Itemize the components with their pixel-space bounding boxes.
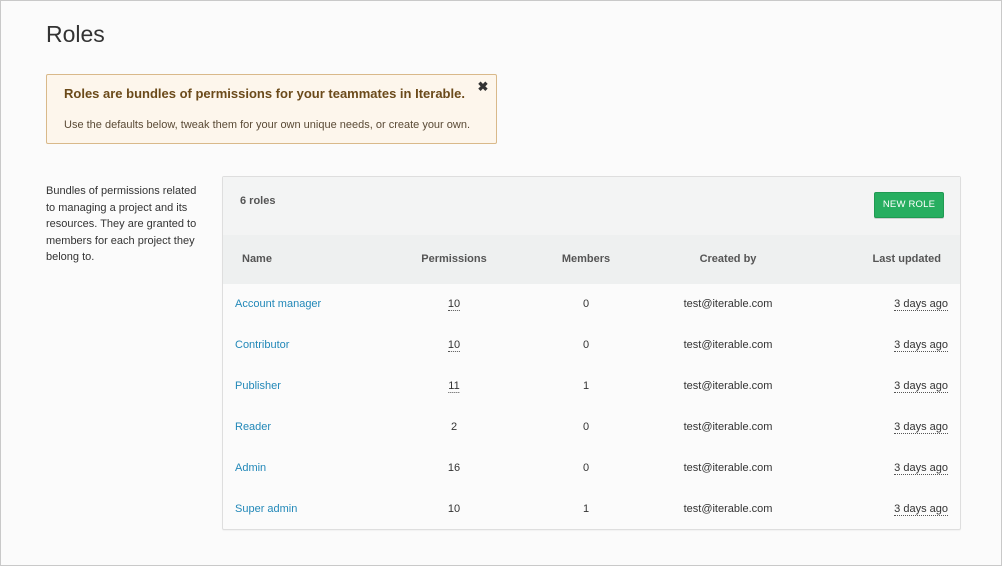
banner-text: Use the defaults below, tweak them for y… xyxy=(64,119,471,131)
column-header-created-by[interactable]: Created by xyxy=(700,253,757,265)
roles-table-card: 6 roles NEW ROLE Name Permissions Member… xyxy=(222,176,961,530)
members-count: 0 xyxy=(582,339,590,351)
last-updated[interactable]: 3 days ago xyxy=(894,462,948,475)
table-body: Account manager 10 0 test@iterable.com 3… xyxy=(223,284,960,530)
members-count: 0 xyxy=(582,421,590,433)
last-updated[interactable]: 3 days ago xyxy=(894,503,948,516)
permissions-count[interactable]: 10 xyxy=(447,339,461,352)
permissions-count: 10 xyxy=(447,503,461,515)
last-updated[interactable]: 3 days ago xyxy=(894,380,948,393)
close-icon[interactable]: ✖ xyxy=(476,80,490,94)
table-toolbar: 6 roles NEW ROLE xyxy=(223,177,960,236)
permissions-count: 2 xyxy=(450,421,458,433)
roles-page: Roles Roles are bundles of permissions f… xyxy=(0,0,1002,566)
column-header-members[interactable]: Members xyxy=(562,253,610,265)
page-title: Roles xyxy=(46,21,105,47)
role-name-link[interactable]: Publisher xyxy=(235,380,281,392)
table-row: Reader 2 0 test@iterable.com 3 days ago xyxy=(223,407,960,448)
role-name-link[interactable]: Admin xyxy=(235,462,266,474)
role-name-link[interactable]: Reader xyxy=(235,421,271,433)
table-row: Admin 16 0 test@iterable.com 3 days ago xyxy=(223,448,960,489)
banner-title: Roles are bundles of permissions for you… xyxy=(64,86,465,101)
role-name-link[interactable]: Contributor xyxy=(235,339,289,351)
created-by: test@iterable.com xyxy=(683,421,773,433)
column-header-last-updated[interactable]: Last updated xyxy=(873,253,941,265)
permissions-count: 16 xyxy=(447,462,461,474)
info-banner: Roles are bundles of permissions for you… xyxy=(46,74,497,144)
column-header-name[interactable]: Name xyxy=(242,253,272,265)
permissions-count[interactable]: 10 xyxy=(447,298,461,311)
created-by: test@iterable.com xyxy=(683,503,773,515)
permissions-count[interactable]: 11 xyxy=(448,380,460,393)
members-count: 1 xyxy=(582,380,590,392)
last-updated[interactable]: 3 days ago xyxy=(894,298,948,311)
new-role-button[interactable]: NEW ROLE xyxy=(874,192,944,218)
last-updated[interactable]: 3 days ago xyxy=(894,421,948,434)
members-count: 0 xyxy=(582,298,590,310)
role-name-link[interactable]: Account manager xyxy=(235,298,321,310)
column-header-permissions[interactable]: Permissions xyxy=(421,253,486,265)
members-count: 1 xyxy=(582,503,590,515)
table-header: Name Permissions Members Created by Last… xyxy=(223,235,960,284)
roles-description: Bundles of permissions related to managi… xyxy=(46,185,197,263)
table-row: Account manager 10 0 test@iterable.com 3… xyxy=(223,284,960,325)
created-by: test@iterable.com xyxy=(683,298,773,310)
last-updated[interactable]: 3 days ago xyxy=(894,339,948,352)
members-count: 0 xyxy=(582,462,590,474)
role-name-link[interactable]: Super admin xyxy=(235,503,297,515)
created-by: test@iterable.com xyxy=(683,339,773,351)
created-by: test@iterable.com xyxy=(683,462,773,474)
created-by: test@iterable.com xyxy=(683,380,773,392)
table-row: Publisher 11 1 test@iterable.com 3 days … xyxy=(223,366,960,407)
table-row: Contributor 10 0 test@iterable.com 3 day… xyxy=(223,325,960,366)
roles-count: 6 roles xyxy=(240,195,276,207)
table-row: Super admin 10 1 test@iterable.com 3 day… xyxy=(223,489,960,530)
